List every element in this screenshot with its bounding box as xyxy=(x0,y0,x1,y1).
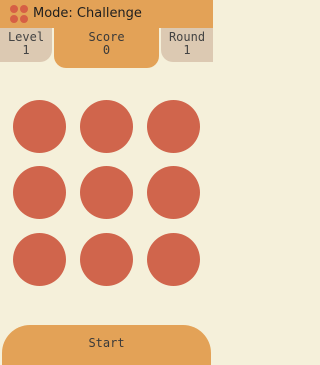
game-circle[interactable] xyxy=(147,166,200,219)
game-circle[interactable] xyxy=(80,100,133,153)
game-circle[interactable] xyxy=(147,100,200,153)
game-circle[interactable] xyxy=(13,100,66,153)
game-circle[interactable] xyxy=(80,166,133,219)
round-panel: Round 1 xyxy=(161,28,213,62)
game-circle[interactable] xyxy=(13,233,66,286)
game-circle[interactable] xyxy=(147,233,200,286)
page-title: Mode: Challenge xyxy=(33,6,142,21)
start-button-label: Start xyxy=(88,336,125,350)
app-header: Mode: Challenge xyxy=(0,0,213,28)
start-button[interactable]: Start xyxy=(2,325,211,365)
game-board xyxy=(0,100,213,286)
round-value: 1 xyxy=(183,43,191,57)
level-value: 1 xyxy=(22,43,30,57)
score-value: 0 xyxy=(102,43,111,57)
score-panel: Score 0 xyxy=(54,28,159,68)
game-circle[interactable] xyxy=(13,166,66,219)
game-circle[interactable] xyxy=(80,233,133,286)
level-panel: Level 1 xyxy=(0,28,52,62)
app-dots-icon xyxy=(10,5,29,24)
